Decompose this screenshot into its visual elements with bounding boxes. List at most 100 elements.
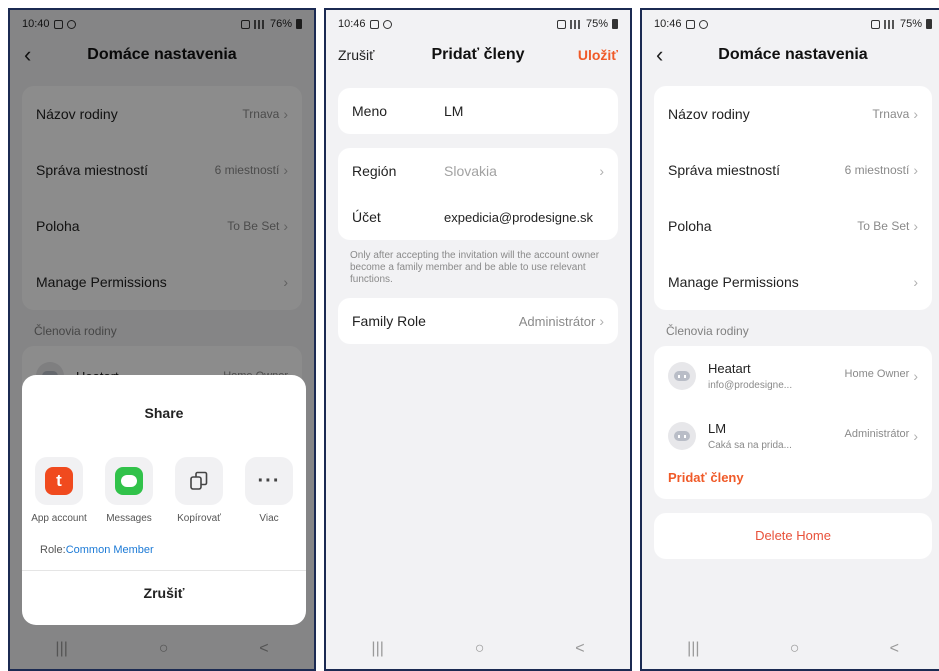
members-card: Heatart info@prodesigne... Home Owner › LM… [654,346,932,499]
recents-button[interactable]: ||| [371,640,383,658]
row-value: Trnava [872,107,910,121]
alarm-icon [870,19,880,29]
app-label: Kopírovať [177,513,221,524]
signal-icon [883,19,896,29]
share-role[interactable]: Role:Common Member [22,524,306,556]
home-button[interactable]: ○ [790,640,800,658]
row-label: Family Role [352,313,426,329]
home-settings-card: Názov rodiny Trnava › Správa miestností 6 m… [654,86,932,310]
avatar [668,422,696,450]
chevron-right-icon: › [913,428,918,444]
family-role-row[interactable]: Family Role Administrátor › [338,298,618,344]
share-app-account[interactable]: t App account [27,457,91,524]
back-button[interactable]: < [890,640,899,658]
member-row[interactable]: LM Čaká sa na prida... Administrátor › [654,406,932,466]
row-label: Názov rodiny [668,106,750,122]
save-button[interactable]: Uložiť [578,47,618,63]
phone-screen-add-member: 10:46 75% Zrušiť Pridať členy Uložiť Men… [324,8,632,671]
delete-home-button[interactable]: Delete Home [654,513,932,559]
name-card: Meno LM [338,88,618,134]
cancel-button[interactable]: Zrušiť [22,571,306,601]
member-name: Heatart [708,361,751,376]
role-prefix: Role: [40,544,66,556]
whatsapp-icon [382,19,392,29]
phone-screen-share: 10:40 76% ‹ Domáce nastavenia Názov rodi… [8,8,316,671]
status-time: 10:46 [338,18,366,30]
row-room-management[interactable]: Správa miestností 6 miestností › [654,142,932,198]
status-bar: 10:46 75% [642,10,939,38]
row-label: Poloha [668,218,712,234]
chevron-right-icon: › [913,106,918,122]
share-more[interactable]: ··· Viac [237,457,301,524]
signal-icon [569,19,582,29]
back-button[interactable]: < [575,640,584,658]
chevron-right-icon: › [913,218,918,234]
member-email: info@prodesigne... [708,380,793,391]
row-label: Manage Permissions [668,274,799,290]
invitation-note: Only after accepting the invitation will… [350,250,600,285]
share-copy[interactable]: Kopírovať [167,457,231,524]
share-sheet: Share t App account Messages Kopírovať ·… [22,375,306,625]
phone-screen-home-settings: 10:46 75% ‹ Domáce nastavenia Názov rodi… [640,8,939,671]
account-input[interactable]: expedicia@prodesigne.sk [444,210,604,225]
members-section-label: Členovia rodiny [666,324,749,338]
app-label: Viac [259,513,279,524]
chevron-right-icon: › [913,274,918,290]
row-location[interactable]: Poloha To Be Set › [654,198,932,254]
whatsapp-icon [698,19,708,29]
member-role: Home Owner [844,368,910,380]
delete-home-card: Delete Home [654,513,932,559]
member-role: Administrátor [844,428,910,440]
field-label: Meno [352,103,388,119]
account-card: Región Slovakia › Účet expedicia@prodesigne… [338,148,618,240]
share-title: Share [144,405,184,421]
member-name: LM [708,421,727,436]
system-navbar: ||| ○ < [642,629,939,669]
more-icon: ··· [245,457,293,505]
field-label: Región [352,163,397,179]
share-apps: t App account Messages Kopírovať ··· Via… [22,421,306,524]
row-manage-permissions[interactable]: Manage Permissions › [654,254,932,310]
name-input[interactable]: LM [444,103,604,119]
field-label: Účet [352,209,381,225]
tuya-app-icon: t [45,467,73,495]
chevron-right-icon: › [599,313,604,329]
system-navbar: ||| ○ < [326,629,630,669]
page-header: ‹ Domáce nastavenia [642,38,939,72]
app-label: App account [31,513,87,524]
home-button[interactable]: ○ [475,640,485,658]
chevron-right-icon: › [599,163,604,179]
alarm-icon [556,19,566,29]
add-member-button[interactable]: Pridať členy [654,466,932,499]
avatar [668,362,696,390]
cancel-button[interactable]: Zrušiť [338,47,374,63]
status-bar: 10:46 75% [326,10,630,38]
recents-button[interactable]: ||| [687,640,699,658]
chevron-right-icon: › [913,162,918,178]
copy-icon [175,457,223,505]
status-time: 10:46 [654,18,682,30]
page-title: Pridať členy [431,46,525,63]
back-arrow-icon[interactable]: ‹ [656,42,663,68]
gallery-icon [685,19,695,29]
region-value: Slovakia [444,163,497,179]
member-row[interactable]: Heatart info@prodesigne... Home Owner › [654,346,932,406]
name-field[interactable]: Meno LM [338,88,618,134]
role-card: Family Role Administrátor › [338,298,618,344]
gallery-icon [369,19,379,29]
battery-icon [612,19,618,29]
battery-icon [926,19,932,29]
region-field[interactable]: Región Slovakia › [338,148,618,194]
row-label: Správa miestností [668,162,781,178]
row-value: To Be Set [857,219,910,233]
member-status: Čaká sa na prida... [708,440,792,451]
messages-icon [115,467,143,495]
chevron-right-icon: › [913,368,918,384]
row-value: 6 miestností [844,163,910,177]
battery-percent: 75% [899,18,922,30]
page-header: Zrušiť Pridať členy Uložiť [326,38,630,72]
battery-percent: 75% [585,18,608,30]
share-messages[interactable]: Messages [97,457,161,524]
row-family-name[interactable]: Názov rodiny Trnava › [654,86,932,142]
account-field[interactable]: Účet expedicia@prodesigne.sk [338,194,618,240]
